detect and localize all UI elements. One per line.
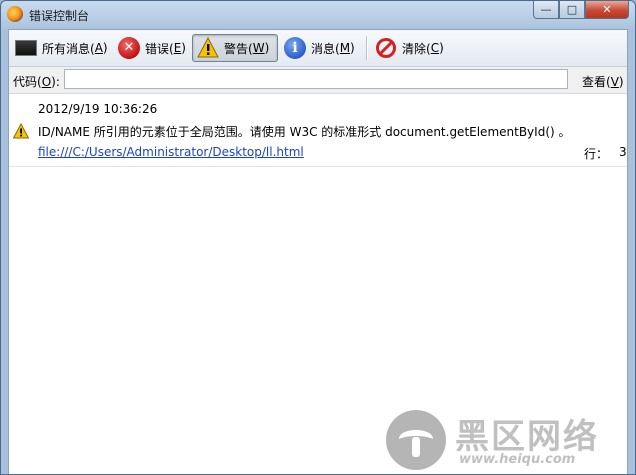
messages-button[interactable]: 消息(M)	[280, 34, 359, 62]
errors-label: 错误(	[145, 41, 174, 56]
errors-suffix: )	[181, 41, 186, 55]
code-label-suffix: ):	[51, 75, 60, 89]
maximize-icon: □	[566, 3, 578, 16]
clear-accesskey: C	[430, 41, 440, 55]
entry-timestamp: 2012/9/19 10:36:26	[38, 102, 158, 116]
maximize-button[interactable]: □	[559, 1, 585, 19]
warnings-suffix: )	[264, 41, 270, 55]
entry-line-label: 行：	[584, 147, 609, 161]
entry-message: ID/NAME 所引用的元素位于全局范围。请使用 W3C 的标准形式 docum…	[38, 125, 571, 139]
watermark-url: www.heiqu.com	[459, 452, 576, 467]
evaluate-button[interactable]: 查看(V)	[582, 73, 624, 90]
toolbar-separator	[366, 36, 368, 60]
all-messages-accesskey: A	[94, 41, 103, 55]
console-client-area: 所有消息(A) 错误(E) 警告(W) 消息(M) 清除(	[8, 29, 628, 474]
warning-icon	[197, 37, 219, 59]
watermark-text: 黑区网络	[455, 417, 599, 457]
evaluate-accesskey: V	[610, 75, 619, 89]
caption-buttons: — □ ✕	[533, 1, 629, 21]
site-watermark: 黑区网络 www.heiqu.com	[385, 409, 617, 471]
all-messages-label: 所有消息(	[42, 41, 95, 56]
window-title: 错误控制台	[29, 9, 90, 23]
clear-suffix: )	[439, 41, 444, 55]
minimize-button[interactable]: —	[533, 1, 559, 19]
list-item[interactable]: 2012/9/19 10:36:26 ID/NAME 所引用的元素位于全局范围。…	[9, 94, 627, 167]
clear-label: 清除(	[402, 41, 431, 56]
code-label: 代码(O):	[13, 73, 60, 90]
messages-accesskey: M	[339, 41, 351, 55]
errors-button[interactable]: 错误(E)	[114, 34, 190, 62]
entry-line-number: 3	[619, 145, 627, 159]
warning-icon	[12, 122, 30, 139]
message-list[interactable]: 2012/9/19 10:36:26 ID/NAME 所引用的元素位于全局范围。…	[9, 94, 627, 474]
minimize-icon: —	[540, 3, 552, 16]
close-button[interactable]: ✕	[585, 1, 629, 19]
evaluate-suffix: )	[618, 75, 624, 89]
close-icon: ✕	[602, 3, 612, 16]
entry-source-link[interactable]: file:///C:/Users/Administrator/Desktop/l…	[38, 145, 304, 159]
toolbar: 所有消息(A) 错误(E) 警告(W) 消息(M) 清除(	[9, 30, 627, 67]
warnings-button[interactable]: 警告(W)	[192, 34, 278, 62]
code-label-text: 代码(	[13, 75, 42, 89]
code-bar: 代码(O): 查看(V)	[9, 67, 627, 94]
console-icon	[15, 40, 37, 56]
title-bar[interactable]: 错误控制台 — □ ✕	[1, 1, 635, 29]
watermark-logo-icon	[385, 409, 447, 471]
error-console-window: 错误控制台 — □ ✕ 所有消息(A) 错误(E) 警告(W)	[0, 0, 636, 475]
code-accesskey: O	[41, 75, 52, 89]
info-icon	[284, 37, 306, 59]
messages-label: 消息(	[311, 41, 340, 56]
error-icon	[118, 37, 140, 59]
warnings-accesskey: W	[252, 41, 265, 55]
all-messages-button[interactable]: 所有消息(A)	[11, 34, 112, 62]
clear-icon	[375, 37, 397, 59]
clear-button[interactable]: 清除(C)	[371, 34, 448, 62]
errors-accesskey: E	[173, 41, 182, 55]
firefox-icon	[7, 6, 23, 22]
warnings-label: 警告(	[224, 41, 253, 56]
all-messages-suffix: )	[102, 41, 108, 55]
code-input[interactable]	[64, 69, 568, 89]
evaluate-label: 查看(	[582, 75, 611, 89]
messages-suffix: )	[350, 41, 355, 55]
